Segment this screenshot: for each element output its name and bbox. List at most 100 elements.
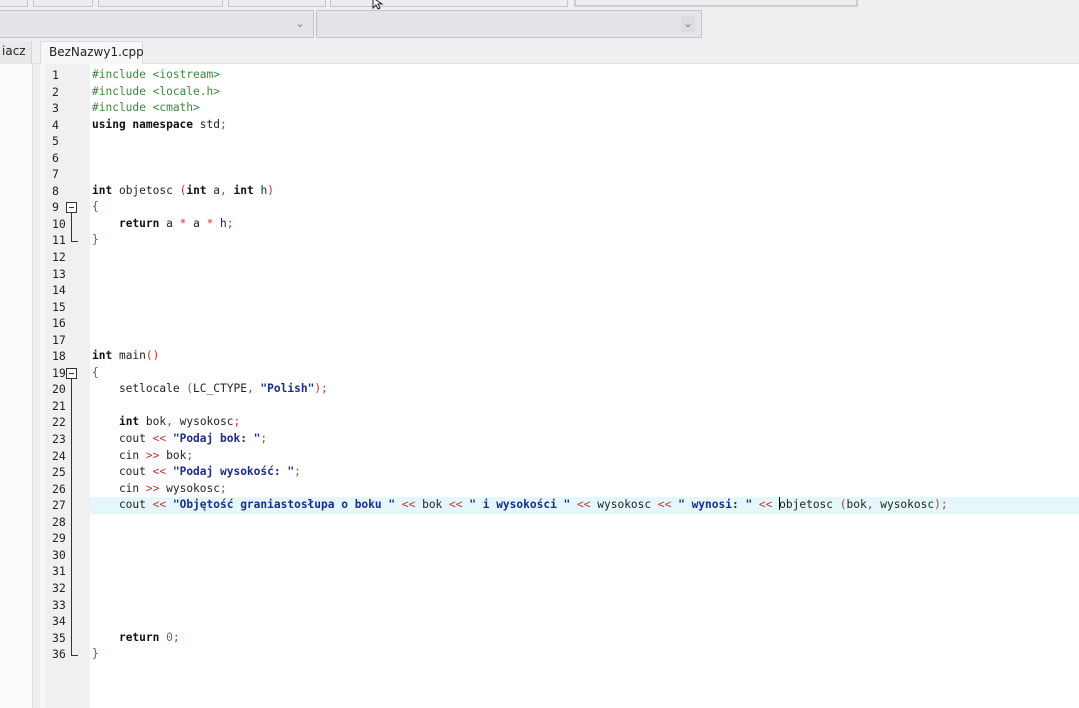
toolbar <box>0 0 1079 10</box>
toolbar-button[interactable] <box>0 0 28 7</box>
code-line[interactable]: 12 <box>52 249 1079 266</box>
code-token: wysokosc <box>166 481 220 495</box>
toolbar-combo[interactable] <box>574 0 858 7</box>
code-text: int main() <box>92 348 159 365</box>
code-line[interactable]: 9{ <box>52 199 1079 216</box>
code-token: wysokosc <box>179 415 234 429</box>
code-line[interactable]: 25 cout << "Podaj wysokość: "; <box>52 464 1079 481</box>
code-token: " wynosi: " <box>678 498 753 512</box>
code-text: } <box>92 646 99 663</box>
code-token: cout <box>92 465 153 479</box>
code-token: LC_CTYPE <box>193 382 247 396</box>
code-line[interactable]: 28 <box>52 514 1079 531</box>
code-line[interactable]: 11} <box>52 232 1079 249</box>
code-line[interactable]: 2 #include <locale.h> <box>52 84 1079 101</box>
code-line[interactable]: 29 <box>52 530 1079 547</box>
fold-guide-line <box>71 379 72 655</box>
code-token: bok <box>846 498 867 512</box>
code-line[interactable]: 21 <box>52 398 1079 415</box>
tab-file-beznazwy1[interactable]: BezNazwy1.cpp <box>40 41 144 64</box>
chevron-down-icon[interactable]: ⌄ <box>681 16 695 32</box>
code-line[interactable]: 1 #include <iostream> <box>52 67 1079 84</box>
line-number: 7 <box>52 167 59 182</box>
chevron-down-icon[interactable]: ⌄ <box>293 16 307 32</box>
fold-collapse-icon[interactable] <box>66 201 77 213</box>
code-line[interactable]: 13 <box>52 266 1079 283</box>
code-area[interactable]: 1 #include <iostream> 2 #include <locale.h>… <box>52 67 1079 663</box>
code-line[interactable]: 18 int main() <box>52 348 1079 365</box>
code-line[interactable]: 16 <box>52 315 1079 332</box>
code-line[interactable]: 7 <box>52 166 1079 183</box>
function-scope-dropdown[interactable]: ⌄ <box>316 10 702 38</box>
line-number: 16 <box>52 316 66 331</box>
code-line[interactable]: 19{ <box>52 365 1079 382</box>
line-number: 1 <box>52 68 59 82</box>
code-token: ; <box>233 415 241 429</box>
code-token: , <box>866 498 881 512</box>
code-line[interactable]: 26 cin >> wysokosc; <box>52 481 1079 498</box>
code-token: << <box>395 498 423 512</box>
code-line[interactable]: 10 return a * a * h; <box>52 216 1079 233</box>
code-text: cout << "Podaj bok: "; <box>92 431 267 448</box>
code-line[interactable]: 4 using namespace std; <box>52 117 1079 134</box>
code-token: } <box>92 647 99 661</box>
toolbar-button-group[interactable] <box>98 0 223 7</box>
code-line[interactable]: 27 cout << "Objętość graniastosłupa o bo… <box>52 497 1079 514</box>
scope-selector-row: ⌄ ⌄ <box>0 10 1079 38</box>
code-line[interactable]: 30 <box>52 547 1079 564</box>
code-token: return <box>118 216 167 230</box>
code-token: << <box>449 498 470 512</box>
code-token: #include <iostream> <box>92 68 220 81</box>
toolbar-button-group[interactable] <box>330 0 568 7</box>
code-token: >> <box>145 448 167 462</box>
code-token: ; <box>172 630 180 644</box>
code-token: () <box>145 349 160 363</box>
code-line[interactable]: 15 <box>52 299 1079 316</box>
code-token: using namespace <box>92 117 200 131</box>
code-line[interactable]: 36} <box>52 646 1079 663</box>
code-line[interactable]: 35 return 0; <box>52 630 1079 647</box>
code-line[interactable]: 5 <box>52 133 1079 150</box>
code-token: wysokosc <box>597 498 658 512</box>
line-number: 15 <box>52 299 66 314</box>
code-token: int <box>186 183 214 197</box>
fold-collapse-icon[interactable] <box>66 367 77 379</box>
code-line[interactable]: 14 <box>52 282 1079 299</box>
class-scope-dropdown[interactable]: ⌄ <box>0 10 314 38</box>
fold-guide-line <box>71 213 72 241</box>
code-token: return <box>118 630 167 644</box>
code-token: << <box>152 498 173 512</box>
code-token: a <box>186 216 207 230</box>
project-browser-panel[interactable] <box>0 64 33 708</box>
code-line[interactable]: 32 <box>52 580 1079 597</box>
code-text: cin >> wysokosc; <box>92 481 227 498</box>
code-line[interactable]: 22 int bok, wysokosc; <box>52 414 1079 431</box>
line-number: 2 <box>52 84 59 99</box>
code-line[interactable]: 17 <box>52 332 1079 349</box>
toolbar-button[interactable] <box>33 0 93 7</box>
code-token: 0 <box>166 630 173 644</box>
code-line[interactable]: 31 <box>52 563 1079 580</box>
code-line[interactable]: 24 cin >> bok; <box>52 448 1079 465</box>
code-line[interactable]: 20 setlocale (LC_CTYPE, "Polish"); <box>52 381 1079 398</box>
code-line[interactable]: 8 int objetosc (int a, int h) <box>52 183 1079 200</box>
code-token: cout <box>92 432 153 446</box>
line-number: 4 <box>52 117 59 132</box>
code-line[interactable]: 23 cout << "Podaj bok: "; <box>52 431 1079 448</box>
code-line[interactable]: 34 <box>52 613 1079 630</box>
code-line[interactable]: 6 <box>52 150 1079 167</box>
toolbar-button-group[interactable] <box>228 0 326 7</box>
tab-project-browser[interactable]: iacz <box>0 41 32 64</box>
code-token: wysokosc <box>880 498 935 512</box>
code-token: << <box>570 498 598 512</box>
code-text: } <box>92 232 99 249</box>
code-line[interactable]: 33 <box>52 597 1079 614</box>
tab-bar: iacz BezNazwy1.cpp <box>0 39 1079 64</box>
code-token: "Podaj wysokość: " <box>172 465 295 479</box>
code-token: bok <box>145 415 167 429</box>
line-number: 18 <box>52 349 66 364</box>
code-line[interactable]: 3 #include <cmath> <box>52 100 1079 117</box>
code-editor[interactable]: 1 #include <iostream> 2 #include <locale.h>… <box>40 64 1079 708</box>
